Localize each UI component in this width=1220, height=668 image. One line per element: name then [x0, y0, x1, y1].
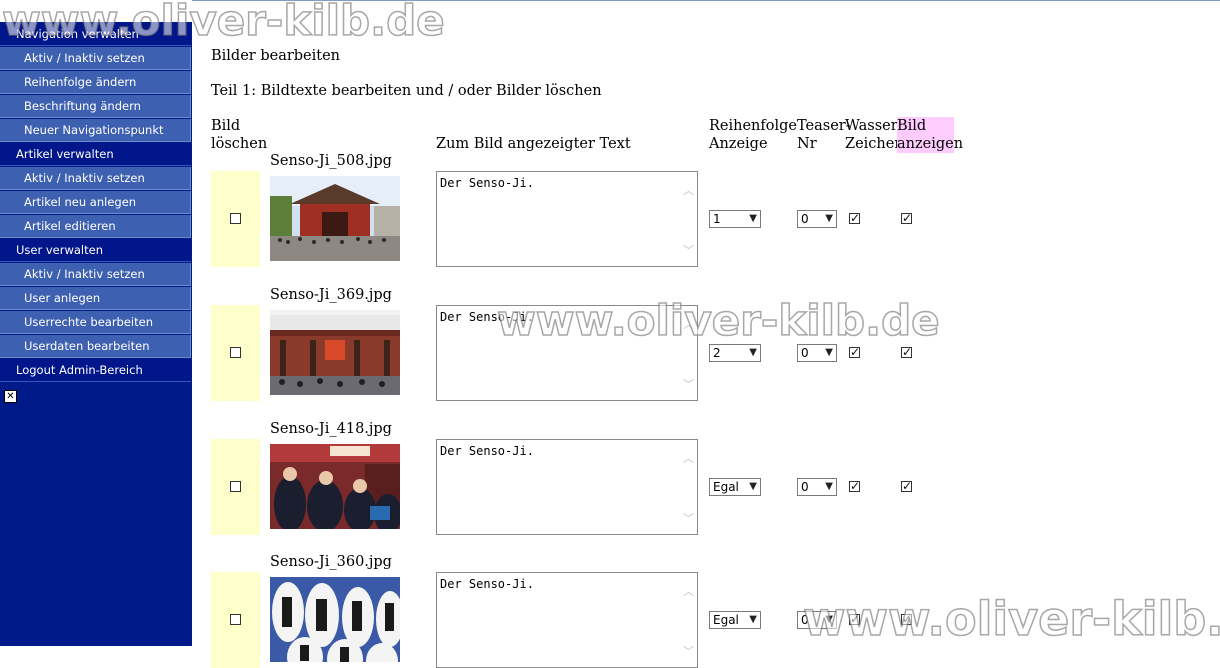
watermark-checkbox[interactable] — [849, 479, 860, 493]
delete-cell — [211, 171, 260, 267]
chevron-down-icon: ▼ — [749, 481, 757, 492]
order-select[interactable]: 1 ▼ — [709, 210, 761, 228]
sidebar-menu-item[interactable]: Beschriftung ändern — [0, 95, 191, 118]
order-select[interactable]: Egal ▼ — [709, 611, 761, 629]
sidebar-menu-item[interactable]: Aktiv / Inaktiv setzen — [0, 167, 191, 190]
delete-checkbox[interactable] — [230, 481, 241, 492]
image-thumbnail — [270, 444, 400, 529]
delete-checkbox[interactable] — [230, 213, 241, 224]
image-filename: Senso-Ji_508.jpg — [270, 153, 392, 169]
scroll-up-icon[interactable]: ︿ — [683, 583, 694, 599]
delete-cell — [211, 305, 260, 401]
teaser-select[interactable]: 0 ▼ — [797, 210, 837, 228]
image-text-textarea[interactable]: Der Senso-Ji. ︿ ﹀ — [436, 572, 698, 668]
chevron-down-icon: ▼ — [825, 481, 833, 492]
teaser-header-line1: Teaser- — [797, 118, 851, 134]
order-column-header: Reihenfolge Anzeige — [709, 117, 797, 153]
image-thumbnail — [270, 176, 400, 261]
show-header-line1: Bild — [897, 118, 927, 134]
sidebar-section-heading[interactable]: Artikel verwalten — [0, 143, 191, 166]
page-title: Bilder bearbeiten — [211, 48, 341, 64]
image-text-textarea[interactable]: Der Senso-Ji. ︿ ﹀ — [436, 439, 698, 535]
order-header-line1: Reihenfolge — [709, 118, 797, 134]
teaser-select-value: 0 — [801, 212, 809, 226]
teaser-select-value: 0 — [801, 480, 809, 494]
teaser-column-header: Teaser- Nr — [797, 117, 851, 153]
sidebar-menu-item[interactable]: Userrechte bearbeiten — [0, 311, 191, 334]
watermark-header-line2: Zeichen — [845, 136, 904, 152]
delete-header-line2: löschen — [211, 136, 268, 152]
watermark-bottom: www.oliver-kilb.de — [802, 591, 1220, 647]
admin-sidebar: Navigation verwalten Aktiv / Inaktiv setz… — [0, 0, 192, 646]
scroll-down-icon[interactable]: ﹀ — [683, 510, 694, 526]
delete-cell — [211, 439, 260, 535]
sidebar-section-heading[interactable]: User verwalten — [0, 239, 191, 262]
image-text-value: Der Senso-Ji. — [440, 577, 534, 591]
teaser-header-line2: Nr — [797, 136, 817, 152]
sidebar-menu-item[interactable]: Userdaten bearbeiten — [0, 335, 191, 358]
order-select-value: Egal — [713, 613, 739, 627]
scroll-up-icon[interactable]: ︿ — [683, 182, 694, 198]
show-column-header: Bild anzeigen — [897, 117, 964, 153]
scroll-down-icon[interactable]: ﹀ — [683, 376, 694, 392]
chevron-down-icon: ▼ — [749, 614, 757, 625]
order-select[interactable]: 2 ▼ — [709, 344, 761, 362]
section-subtitle: Teil 1: Bildtexte bearbeiten und / oder … — [211, 83, 602, 99]
scroll-down-icon[interactable]: ﹀ — [683, 643, 694, 659]
watermark-column-header: Wasser- Zeichen — [845, 117, 904, 153]
image-filename: Senso-Ji_360.jpg — [270, 554, 392, 570]
show-image-checkbox[interactable] — [901, 345, 912, 359]
delete-checkbox[interactable] — [230, 347, 241, 358]
teaser-select[interactable]: 0 ▼ — [797, 344, 837, 362]
sidebar-menu-item[interactable]: Artikel editieren — [0, 215, 191, 238]
text-column-header: Zum Bild angezeigter Text — [436, 136, 631, 152]
order-header-line2: Anzeige — [709, 136, 768, 152]
delete-header-line1: Bild — [211, 118, 241, 134]
sidebar-section-heading[interactable]: Logout Admin-Bereich — [0, 359, 191, 382]
image-filename: Senso-Ji_418.jpg — [270, 421, 392, 437]
order-select-value: 1 — [713, 212, 721, 226]
delete-cell — [211, 572, 260, 668]
teaser-select-value: 0 — [801, 346, 809, 360]
watermark-header-line1: Wasser- — [845, 118, 903, 134]
order-select-value: Egal — [713, 480, 739, 494]
show-image-checkbox[interactable] — [901, 211, 912, 225]
teaser-select[interactable]: 0 ▼ — [797, 478, 837, 496]
chevron-down-icon: ▼ — [749, 347, 757, 358]
image-text-textarea[interactable]: Der Senso-Ji. ︿ ﹀ — [436, 171, 698, 267]
image-text-value: Der Senso-Ji. — [440, 176, 534, 190]
image-thumbnail — [270, 577, 400, 662]
close-box-icon[interactable]: ✕ — [4, 390, 17, 403]
order-select-value: 2 — [713, 346, 721, 360]
sidebar-menu-item[interactable]: Neuer Navigationspunkt — [0, 119, 191, 142]
watermark-top: www.oliver-kilb.de — [1, 0, 445, 46]
show-image-checkbox[interactable] — [901, 479, 912, 493]
scroll-up-icon[interactable]: ︿ — [683, 450, 694, 466]
image-thumbnail — [270, 310, 400, 395]
order-select[interactable]: Egal ▼ — [709, 478, 761, 496]
sidebar-menu-item[interactable]: User anlegen — [0, 287, 191, 310]
image-text-value: Der Senso-Ji. — [440, 444, 534, 458]
show-header-line2: anzeigen — [897, 136, 964, 152]
sidebar-menu-item[interactable]: Reihenfolge ändern — [0, 71, 191, 94]
scroll-down-icon[interactable]: ﹀ — [683, 242, 694, 258]
image-filename: Senso-Ji_369.jpg — [270, 287, 392, 303]
watermark-middle: www.oliver-kilb.de — [496, 295, 940, 346]
watermark-checkbox[interactable] — [849, 211, 860, 225]
watermark-checkbox[interactable] — [849, 345, 860, 359]
delete-column-header: Bild löschen — [211, 117, 267, 153]
sidebar-menu-item[interactable]: Artikel neu anlegen — [0, 191, 191, 214]
sidebar-menu-item[interactable]: Aktiv / Inaktiv setzen — [0, 47, 191, 70]
delete-checkbox[interactable] — [230, 614, 241, 625]
chevron-down-icon: ▼ — [825, 213, 833, 224]
chevron-down-icon: ▼ — [825, 347, 833, 358]
chevron-down-icon: ▼ — [749, 213, 757, 224]
sidebar-menu-item[interactable]: Aktiv / Inaktiv setzen — [0, 263, 191, 286]
